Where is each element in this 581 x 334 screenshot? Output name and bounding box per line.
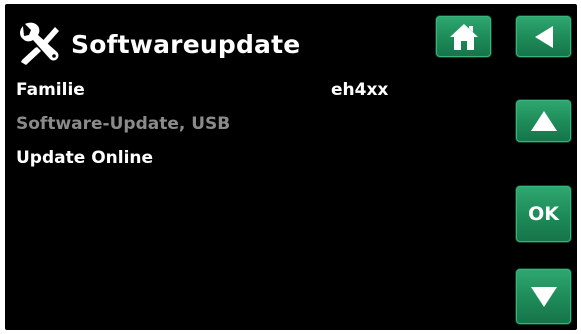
menu-item-familie-label[interactable]: Familie [16,80,85,100]
scroll-down-button[interactable] [516,269,571,324]
scroll-up-button[interactable] [516,100,571,142]
ok-button-label: OK [528,203,559,225]
home-button[interactable] [436,16,491,57]
wrench-screwdriver-icon [20,22,59,65]
page-title: Softwareupdate [71,30,301,59]
menu-item-familie-value: eh4xx [331,80,389,100]
back-button[interactable] [516,16,571,57]
menu-item-software-update-usb: Software-Update, USB [16,114,231,134]
display-screen: Softwareupdate Familie eh4xx Software-Up… [5,4,577,330]
arrow-down-icon [530,286,557,307]
arrow-up-icon [530,111,557,131]
home-icon [449,23,478,50]
arrow-left-icon [534,25,553,48]
menu-item-update-online[interactable]: Update Online [16,148,153,168]
ok-button[interactable]: OK [516,186,571,242]
